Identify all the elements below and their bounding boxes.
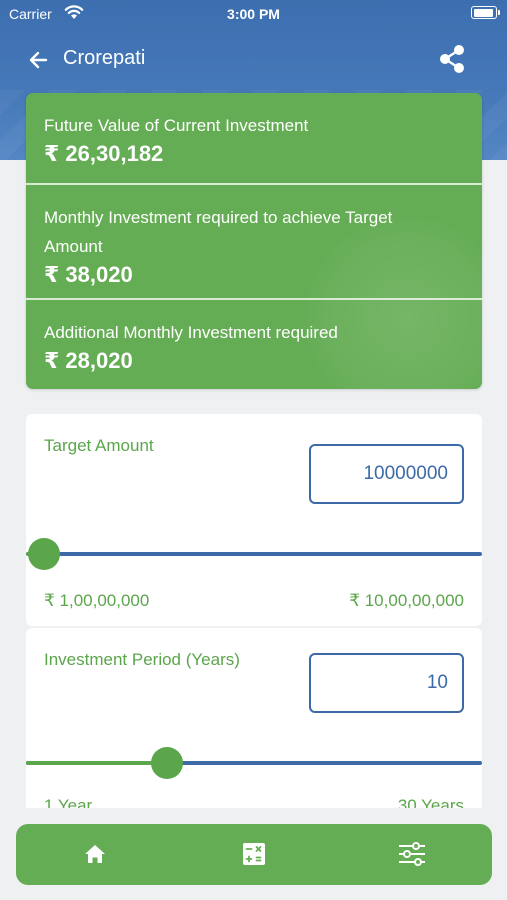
slider-track — [26, 761, 482, 765]
investment-period-input[interactable] — [309, 653, 464, 713]
period-min-label: 1 Year — [44, 796, 93, 808]
result-value: ₹ 28,020 — [44, 348, 133, 373]
target-amount-slider[interactable] — [26, 538, 482, 570]
sliders-icon[interactable] — [396, 838, 428, 870]
status-time: 3:00 PM — [227, 6, 280, 22]
result-future-value: Future Value of Current Investment ₹ 26,… — [26, 93, 482, 184]
home-icon[interactable] — [79, 838, 111, 870]
result-value: ₹ 26,30,182 — [44, 141, 164, 166]
result-label: Future Value of Current Investment — [44, 116, 309, 135]
investment-period-slider[interactable] — [26, 747, 482, 779]
slider-track — [26, 552, 482, 556]
status-bar: Carrier 3:00 PM — [0, 0, 507, 28]
share-icon[interactable] — [437, 43, 467, 75]
calculator-icon[interactable] — [238, 838, 270, 870]
battery-icon — [471, 6, 500, 19]
back-arrow-icon[interactable] — [26, 48, 52, 72]
result-label: Additional Monthly Investment required — [44, 323, 338, 342]
investment-period-label: Investment Period (Years) — [44, 650, 240, 669]
target-amount-label: Target Amount — [44, 436, 154, 455]
result-monthly-investment: Monthly Investment required to achieve T… — [26, 183, 482, 299]
result-value: ₹ 38,020 — [44, 262, 133, 287]
results-panel: Future Value of Current Investment ₹ 26,… — [26, 93, 482, 389]
bottom-nav — [16, 824, 492, 885]
investment-period-card: Investment Period (Years) 1 Year 30 Year… — [26, 628, 482, 808]
target-amount-input[interactable] — [309, 444, 464, 504]
target-max-label: ₹ 10,00,00,000 — [349, 591, 464, 610]
target-amount-card: Target Amount ₹ 1,00,00,000 ₹ 10,00,00,0… — [26, 414, 482, 626]
slider-thumb[interactable] — [28, 538, 61, 570]
period-max-label: 30 Years — [397, 796, 464, 808]
navbar: Crorepati — [0, 40, 507, 80]
page-title: Crorepati — [63, 47, 146, 69]
target-min-label: ₹ 1,00,00,000 — [44, 591, 150, 610]
slider-fill — [26, 761, 168, 765]
result-additional-monthly: Additional Monthly Investment required ₹… — [26, 298, 482, 389]
result-label: Monthly Investment required to achieve T… — [44, 208, 393, 256]
slider-thumb[interactable] — [151, 747, 184, 779]
